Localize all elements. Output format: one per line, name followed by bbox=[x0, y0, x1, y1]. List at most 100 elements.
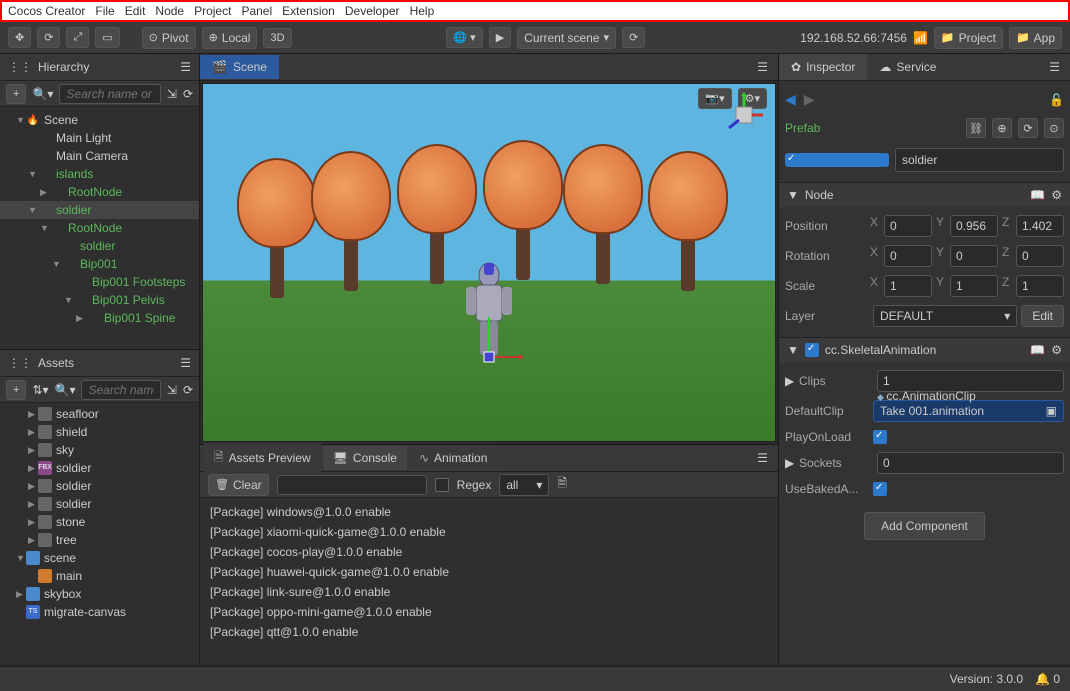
rotation-x[interactable] bbox=[884, 245, 932, 267]
gear-icon[interactable]: ⚙ bbox=[1051, 343, 1062, 357]
scene-select[interactable]: Current scene ▾ bbox=[517, 27, 616, 49]
log-level-select[interactable]: all▾ bbox=[499, 474, 549, 496]
play-button[interactable]: ▶ bbox=[489, 27, 511, 48]
edit-layer-button[interactable]: Edit bbox=[1021, 305, 1064, 327]
help-icon[interactable]: 📖 bbox=[1030, 188, 1045, 202]
asset-item[interactable]: main bbox=[0, 567, 199, 585]
asset-item[interactable]: ▶soldier bbox=[0, 477, 199, 495]
hierarchy-search[interactable] bbox=[59, 84, 160, 104]
asset-item[interactable]: ▶seafloor bbox=[0, 405, 199, 423]
apply-icon[interactable]: ⊙ bbox=[1044, 118, 1064, 138]
asset-item[interactable]: ▶skybox bbox=[0, 585, 199, 603]
menu-file[interactable]: File bbox=[95, 4, 114, 18]
menu-cocos-creator[interactable]: Cocos Creator bbox=[8, 4, 85, 18]
asset-item[interactable]: ▶soldier bbox=[0, 495, 199, 513]
asset-item[interactable]: ▶stone bbox=[0, 513, 199, 531]
rotation-y[interactable] bbox=[950, 245, 998, 267]
asset-item[interactable]: TSmigrate-canvas bbox=[0, 603, 199, 621]
defaultclip-field[interactable]: Take 001.animation▣ bbox=[873, 400, 1064, 422]
hierarchy-item[interactable]: Main Light bbox=[0, 129, 199, 147]
position-z[interactable] bbox=[1016, 215, 1064, 237]
collapse-icon[interactable]: ⇲ bbox=[167, 383, 177, 397]
file-icon[interactable]: 🗎 bbox=[557, 474, 567, 495]
node-name-input[interactable] bbox=[895, 148, 1064, 172]
menu-panel[interactable]: Panel bbox=[241, 4, 272, 18]
hierarchy-item[interactable]: soldier bbox=[0, 237, 199, 255]
revert-icon[interactable]: ⟳ bbox=[1018, 118, 1038, 138]
clear-button[interactable]: 🗑 Clear bbox=[208, 474, 269, 496]
panel-grip-icon[interactable]: ⋮⋮ bbox=[8, 60, 32, 74]
add-component-button[interactable]: Add Component bbox=[864, 512, 985, 540]
refresh-button[interactable]: ⟳ bbox=[622, 27, 645, 48]
assets-search[interactable] bbox=[81, 380, 160, 400]
orientation-gizmo[interactable] bbox=[721, 92, 767, 138]
hierarchy-item[interactable]: ▼Bip001 bbox=[0, 255, 199, 273]
position-x[interactable] bbox=[884, 215, 932, 237]
assets-menu-icon[interactable]: ☰ bbox=[180, 356, 191, 370]
help-icon[interactable]: 📖 bbox=[1030, 343, 1045, 357]
globe-icon[interactable]: 🌐 ▾ bbox=[446, 27, 482, 48]
scale-tool-icon[interactable]: ⤢ bbox=[66, 27, 89, 48]
console-filter[interactable] bbox=[277, 475, 427, 495]
menu-project[interactable]: Project bbox=[194, 4, 231, 18]
scale-y[interactable] bbox=[950, 275, 998, 297]
playonload-checkbox[interactable] bbox=[873, 430, 887, 444]
menu-edit[interactable]: Edit bbox=[125, 4, 146, 18]
inspector-menu-icon[interactable]: ☰ bbox=[1039, 54, 1070, 80]
hierarchy-item[interactable]: ▼🔥Scene bbox=[0, 111, 199, 129]
asset-item[interactable]: ▶sky bbox=[0, 441, 199, 459]
move-tool-icon[interactable]: ✥ bbox=[8, 27, 31, 48]
unlink-icon[interactable]: ⛓ bbox=[966, 118, 986, 138]
assets-preview-tab[interactable]: 🗎 Assets Preview bbox=[204, 443, 321, 474]
component-section-header[interactable]: ▼ cc.SkeletalAnimation 📖 ⚙ bbox=[779, 337, 1070, 362]
node-active-checkbox[interactable] bbox=[785, 153, 889, 167]
scene-viewport[interactable]: 📷▾ ⚙▾ bbox=[202, 83, 776, 442]
hierarchy-item[interactable]: ▶Bip001 Spine bbox=[0, 309, 199, 327]
add-node-button[interactable]: + bbox=[6, 84, 26, 104]
hierarchy-item[interactable]: ▼RootNode bbox=[0, 219, 199, 237]
search-icon[interactable]: 🔍▾ bbox=[32, 87, 53, 101]
menu-help[interactable]: Help bbox=[410, 4, 435, 18]
position-y[interactable] bbox=[950, 215, 998, 237]
hierarchy-item[interactable]: Bip001 Footsteps bbox=[0, 273, 199, 291]
panel-grip-icon[interactable]: ⋮⋮ bbox=[8, 356, 32, 370]
menu-developer[interactable]: Developer bbox=[345, 4, 400, 18]
sort-icon[interactable]: ⇅▾ bbox=[32, 383, 48, 397]
asset-item[interactable]: ▶FBXsoldier bbox=[0, 459, 199, 477]
3d-button[interactable]: 3D bbox=[263, 28, 291, 48]
asset-item[interactable]: ▶shield bbox=[0, 423, 199, 441]
bottom-panel-menu-icon[interactable]: ☰ bbox=[747, 451, 778, 465]
animation-tab[interactable]: ∿ Animation bbox=[409, 446, 497, 470]
sockets-count[interactable] bbox=[877, 452, 1064, 474]
refresh-icon[interactable]: ⟳ bbox=[183, 383, 193, 397]
console-output[interactable]: [Package] windows@1.0.0 enable[Package] … bbox=[200, 498, 778, 664]
hierarchy-tree[interactable]: ▼🔥SceneMain LightMain Camera▼islands▶Roo… bbox=[0, 107, 199, 349]
scene-tab[interactable]: 🎬 Scene bbox=[200, 55, 279, 79]
collapse-icon[interactable]: ⇲ bbox=[167, 87, 177, 101]
node-section-header[interactable]: ▼Node 📖 ⚙ bbox=[779, 182, 1070, 207]
menu-node[interactable]: Node bbox=[155, 4, 184, 18]
hierarchy-item[interactable]: ▼soldier bbox=[0, 201, 199, 219]
menubar[interactable]: Cocos CreatorFileEditNodeProjectPanelExt… bbox=[0, 0, 1070, 22]
pivot-button[interactable]: ⊙ Pivot bbox=[142, 27, 196, 49]
inspector-tab[interactable]: ✿ Inspector bbox=[779, 54, 867, 80]
search-icon[interactable]: 🔍▾ bbox=[55, 383, 76, 397]
app-button[interactable]: 📁 App bbox=[1009, 27, 1062, 49]
asset-item[interactable]: ▼scene bbox=[0, 549, 199, 567]
refresh-icon[interactable]: ⟳ bbox=[183, 87, 193, 101]
assets-tree[interactable]: ▶seafloor▶shield▶sky▶FBXsoldier▶soldier▶… bbox=[0, 403, 199, 664]
rect-tool-icon[interactable]: ▭ bbox=[95, 27, 119, 48]
scene-panel-menu-icon[interactable]: ☰ bbox=[747, 60, 778, 74]
asset-item[interactable]: ▶tree bbox=[0, 531, 199, 549]
service-tab[interactable]: ☁ Service bbox=[867, 54, 948, 80]
locate-icon[interactable]: ⊕ bbox=[992, 118, 1012, 138]
soldier-model[interactable] bbox=[454, 257, 524, 377]
project-button[interactable]: 📁 Project bbox=[934, 27, 1003, 49]
lock-icon[interactable]: 🔓 bbox=[1049, 93, 1064, 107]
layer-select[interactable]: DEFAULT▾ bbox=[873, 305, 1017, 327]
scale-z[interactable] bbox=[1016, 275, 1064, 297]
regex-checkbox[interactable] bbox=[435, 478, 449, 492]
nav-back-icon[interactable]: ◀ bbox=[785, 91, 796, 108]
console-tab[interactable]: 🖥 Console bbox=[323, 446, 407, 470]
add-asset-button[interactable]: + bbox=[6, 380, 26, 400]
